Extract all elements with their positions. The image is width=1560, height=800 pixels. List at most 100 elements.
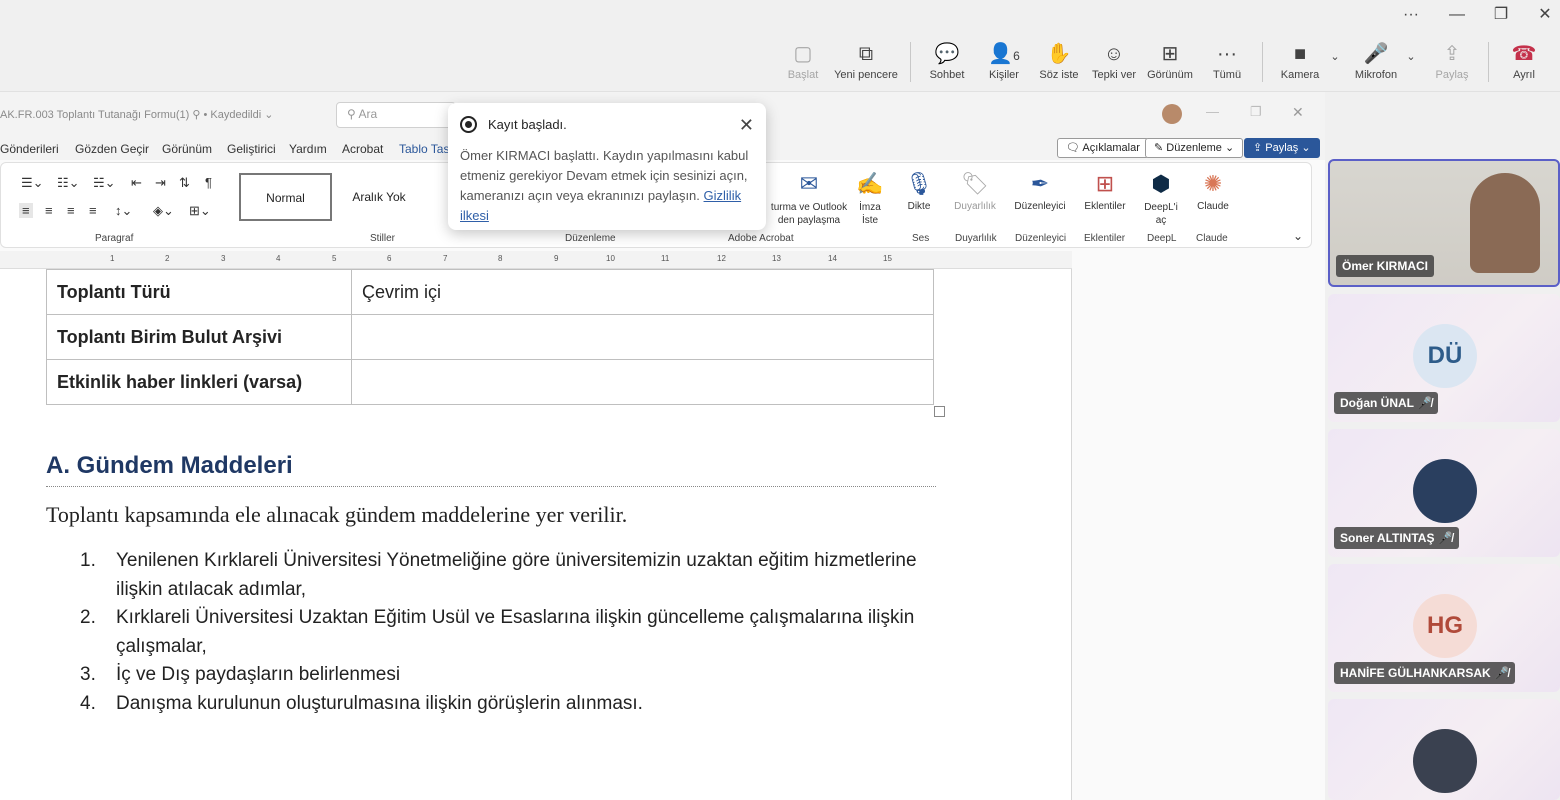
list-item: 3. İç ve Dış paydaşların belirlenmesi bbox=[80, 664, 401, 685]
search-input[interactable]: ⚲ Ara bbox=[336, 102, 456, 128]
pencil-icon: ✎ bbox=[1154, 142, 1167, 154]
table-row: Toplantı Birim Bulut Arşivi bbox=[46, 314, 934, 360]
editing-mode-button[interactable]: ✎ Düzenleme ⌄ bbox=[1145, 138, 1244, 158]
divider bbox=[1488, 42, 1489, 82]
section-heading: A. Gündem Maddeleri bbox=[46, 452, 936, 487]
participant-tile[interactable] bbox=[1328, 699, 1560, 800]
style-no-spacing[interactable]: Aralık Yok bbox=[334, 173, 424, 221]
comments-button[interactable]: 🗨 Açıklamalar bbox=[1057, 138, 1149, 158]
tab-review[interactable]: Gözden Geçir bbox=[75, 142, 149, 156]
deepl-icon: ⬢ bbox=[1151, 171, 1171, 196]
close-icon[interactable]: ✕ bbox=[739, 115, 754, 136]
share-button[interactable]: ⇪ Paylaş ⌄ bbox=[1244, 138, 1320, 158]
more-button[interactable]: ··· Tümü bbox=[1209, 42, 1245, 81]
maximize-button[interactable]: ❐ bbox=[1486, 4, 1516, 26]
participant-tile[interactable]: HG HANİFE GÜLHANKARSAK 🎤̸ bbox=[1328, 564, 1560, 692]
raise-hand-button[interactable]: ✋ Söz iste bbox=[1039, 42, 1079, 81]
table-resize-handle[interactable] bbox=[934, 406, 945, 417]
request-signature-button[interactable]: ✍ İmza İste bbox=[851, 169, 889, 227]
editor-button[interactable]: ✒ Düzenleyici bbox=[1013, 169, 1067, 212]
meeting-toolbar: ▢ Başlat ⧉ Yeni pencere 💬 Sohbet 👤6 Kişiler … bbox=[0, 30, 1560, 92]
participant-name: HANİFE GÜLHANKARSAK 🎤̸ bbox=[1334, 662, 1515, 684]
increase-indent-icon[interactable]: ⇥ bbox=[155, 175, 166, 191]
table-cell[interactable]: Etkinlik haber linkleri (varsa) bbox=[46, 359, 352, 405]
close-button[interactable]: ✕ bbox=[1530, 4, 1560, 26]
ruler: 1 2 3 4 5 6 7 8 9 10 11 12 13 14 15 bbox=[0, 251, 1072, 269]
word-close-icon[interactable]: ✕ bbox=[1292, 104, 1304, 121]
group-label-addins: Eklentiler bbox=[1084, 233, 1126, 244]
document-page[interactable]: Toplantı Türü Çevrim içi Toplantı Birim B… bbox=[0, 269, 1072, 800]
table-cell[interactable]: Çevrim içi bbox=[351, 269, 934, 315]
camera-button[interactable]: ■ Kamera bbox=[1278, 42, 1322, 81]
deepl-button[interactable]: ⬢ DeepL'i aç bbox=[1141, 169, 1181, 227]
multilevel-list-icon[interactable]: ☵⌄ bbox=[93, 175, 116, 191]
video-feed bbox=[1470, 173, 1540, 273]
tab-view[interactable]: Görünüm bbox=[162, 142, 212, 156]
sort-icon[interactable]: ⇅ bbox=[179, 175, 190, 191]
window-titlebar: ··· — ❐ ✕ bbox=[0, 0, 1560, 30]
react-button[interactable]: ☺ Tepki ver bbox=[1091, 42, 1137, 81]
chat-button[interactable]: 💬 Sohbet bbox=[926, 42, 968, 81]
tab-help[interactable]: Yardım bbox=[289, 142, 327, 156]
table-cell[interactable]: Toplantı Türü bbox=[46, 269, 352, 315]
group-label-paragraph: Paragraf bbox=[95, 233, 134, 244]
style-normal[interactable]: Normal bbox=[239, 173, 332, 221]
list-item: 4. Danışma kurulunun oluşturulmasına iliş… bbox=[80, 692, 643, 714]
justify-icon[interactable]: ≡ bbox=[89, 203, 97, 218]
participant-tile[interactable]: Soner ALTINTAŞ 🎤̸ bbox=[1328, 429, 1560, 557]
agenda-list: 1. Yenilenen Kırklareli Üniversitesi Yöne… bbox=[80, 547, 940, 718]
table-cell[interactable]: Toplantı Birim Bulut Arşivi bbox=[46, 314, 352, 360]
leave-button[interactable]: ☎ Ayrıl bbox=[1506, 42, 1542, 81]
align-center-icon[interactable]: ≡ bbox=[45, 203, 53, 218]
numbering-icon[interactable]: ☷⌄ bbox=[57, 175, 80, 191]
tab-table-design[interactable]: Tablo Tas bbox=[399, 142, 449, 156]
borders-icon[interactable]: ⊞⌄ bbox=[189, 203, 211, 219]
mic-off-icon: 🎤 bbox=[1363, 43, 1389, 65]
align-left-icon[interactable]: ≡ bbox=[19, 203, 33, 218]
group-label-styles: Stiller bbox=[370, 233, 396, 244]
create-share-outlook-button[interactable]: ✉ turma ve Outlook den paylaşma bbox=[765, 169, 853, 227]
collapse-ribbon-chevron-icon[interactable]: ⌄ bbox=[1293, 229, 1303, 243]
shading-icon[interactable]: ◈⌄ bbox=[153, 203, 174, 219]
tab-acrobat[interactable]: Acrobat bbox=[342, 142, 383, 156]
microphone-icon: 🎙 bbox=[905, 171, 933, 196]
bullets-icon[interactable]: ☰⌄ bbox=[21, 175, 44, 191]
signature-icon: ✍ bbox=[856, 171, 884, 196]
table-cell[interactable] bbox=[351, 314, 934, 360]
word-restore-icon[interactable]: ❐ bbox=[1250, 104, 1262, 120]
divider bbox=[1262, 42, 1263, 82]
table-cell[interactable] bbox=[351, 359, 934, 405]
word-minimize-icon[interactable]: — bbox=[1206, 104, 1219, 119]
start-button[interactable]: ▢ Başlat bbox=[785, 42, 821, 81]
tab-mailings[interactable]: Gönderileri bbox=[0, 142, 59, 156]
mic-off-icon: 🎤̸ bbox=[1437, 531, 1453, 545]
editor-pen-icon: ✒ bbox=[1030, 171, 1050, 196]
line-spacing-icon[interactable]: ↕⌄ bbox=[115, 203, 132, 219]
sensitivity-button[interactable]: 🏷 Duyarlılık bbox=[951, 169, 999, 212]
people-button[interactable]: 👤6 Kişiler bbox=[984, 42, 1024, 81]
more-options-icon[interactable]: ··· bbox=[1396, 4, 1426, 26]
people-count-badge: 6 bbox=[1013, 49, 1020, 63]
hand-icon: ✋ bbox=[1046, 43, 1072, 65]
pilcrow-icon[interactable]: ¶ bbox=[205, 175, 212, 190]
mic-button[interactable]: 🎤 Mikrofon bbox=[1352, 42, 1400, 81]
addins-button[interactable]: ⊞ Eklentiler bbox=[1081, 169, 1129, 212]
avatar[interactable] bbox=[1162, 104, 1182, 124]
participant-tile[interactable]: DÜ Doğan ÜNAL 🎤̸ bbox=[1328, 294, 1560, 422]
new-window-button[interactable]: ⧉ Yeni pencere bbox=[832, 42, 900, 81]
view-button[interactable]: ⊞ Görünüm bbox=[1145, 42, 1195, 81]
participants-panel: Ömer KIRMACI DÜ Doğan ÜNAL 🎤̸ Soner ALTI… bbox=[1325, 92, 1560, 800]
tab-developer[interactable]: Geliştirici bbox=[227, 142, 276, 156]
share-screen-button[interactable]: ⇪ Paylaş bbox=[1434, 42, 1470, 81]
camera-options-chevron-icon[interactable]: ⌄ bbox=[1328, 50, 1342, 63]
decrease-indent-icon[interactable]: ⇤ bbox=[131, 175, 142, 191]
claude-button[interactable]: ✺ Claude bbox=[1193, 169, 1233, 212]
mic-off-icon: 🎤̸ bbox=[1417, 396, 1433, 410]
participant-tile[interactable]: Ömer KIRMACI bbox=[1328, 159, 1560, 287]
group-label-acrobat: Adobe Acrobat bbox=[728, 233, 794, 244]
align-right-icon[interactable]: ≡ bbox=[67, 203, 75, 218]
minimize-button[interactable]: — bbox=[1442, 4, 1472, 26]
mic-off-icon: 🎤̸ bbox=[1494, 666, 1509, 680]
mic-options-chevron-icon[interactable]: ⌄ bbox=[1404, 50, 1418, 63]
dictate-button[interactable]: 🎙 Dikte bbox=[901, 169, 937, 212]
